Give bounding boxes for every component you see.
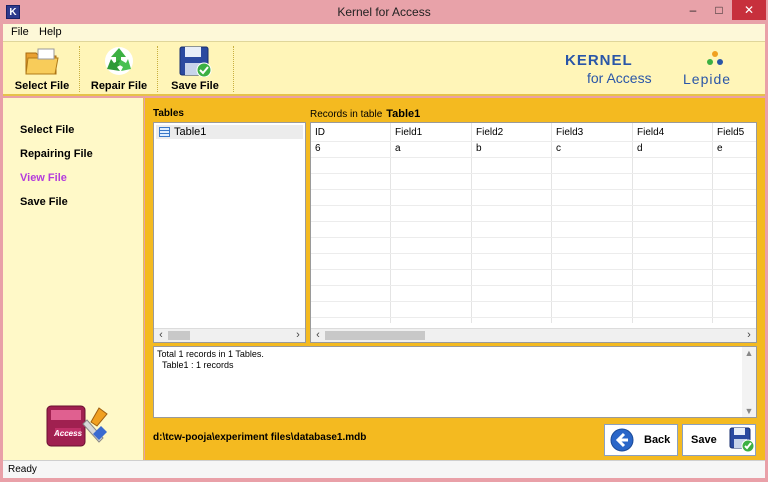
tables-list[interactable]: Table1 ‹ › bbox=[153, 122, 306, 343]
scroll-left-icon[interactable]: ‹ bbox=[311, 329, 325, 342]
grid-rule bbox=[311, 221, 756, 222]
grid-rule bbox=[311, 301, 756, 302]
records-table-name: Table1 bbox=[386, 108, 421, 120]
log-line: Table1 : 1 records bbox=[162, 360, 234, 370]
tables-header: Tables bbox=[153, 108, 184, 119]
select-file-label: Select File bbox=[14, 80, 70, 92]
grid-column bbox=[633, 123, 713, 323]
toolbar: Select File Repair File Save File KERNEL… bbox=[3, 42, 765, 96]
grid-column bbox=[552, 123, 633, 323]
grid-rule bbox=[311, 157, 756, 158]
table-cell[interactable]: d bbox=[633, 141, 643, 157]
records-header: Records in table Table1 bbox=[310, 108, 420, 120]
table-icon bbox=[159, 127, 170, 137]
log-vertical-scrollbar[interactable]: ▲ ▼ bbox=[742, 347, 756, 417]
floppy-disk-icon bbox=[729, 427, 755, 453]
table-cell[interactable]: a bbox=[391, 141, 401, 157]
grid-rule bbox=[311, 141, 756, 142]
grid-column bbox=[311, 123, 391, 323]
scrollbar-thumb[interactable] bbox=[168, 331, 190, 340]
file-path: d:\tcw-pooja\experiment files\database1.… bbox=[153, 432, 367, 443]
log-panel[interactable]: Total 1 records in 1 Tables. Table1 : 1 … bbox=[153, 346, 757, 418]
records-grid[interactable]: ID Field1 Field2 Field3 Field4 Field5 6 … bbox=[310, 122, 757, 343]
access-box-icon bbox=[46, 405, 108, 447]
maximize-button[interactable]: □ bbox=[706, 0, 732, 20]
toolbar-divider bbox=[79, 46, 80, 92]
scroll-down-icon[interactable]: ▼ bbox=[742, 405, 756, 417]
grid-column bbox=[472, 123, 552, 323]
sidebar-item-view-file[interactable]: View File bbox=[20, 172, 67, 184]
brand-kernel: KERNEL bbox=[565, 52, 633, 69]
sidebar-item-save-file[interactable]: Save File bbox=[20, 196, 68, 208]
table-cell[interactable]: c bbox=[552, 141, 561, 157]
column-header-id[interactable]: ID bbox=[311, 125, 325, 141]
scroll-right-icon[interactable]: › bbox=[742, 329, 756, 342]
menu-file[interactable]: File bbox=[11, 26, 29, 38]
table-list-item[interactable]: Table1 bbox=[156, 125, 303, 139]
scrollbar-thumb[interactable] bbox=[325, 331, 425, 340]
toolbar-divider bbox=[233, 46, 234, 92]
sidebar: Select File Repairing File View File Sav… bbox=[3, 98, 144, 460]
column-header-field5[interactable]: Field5 bbox=[713, 125, 744, 141]
menu-help[interactable]: Help bbox=[39, 26, 62, 38]
log-line: Total 1 records in 1 Tables. bbox=[157, 349, 264, 359]
access-logo-text: Access bbox=[54, 429, 83, 438]
tables-horizontal-scrollbar[interactable]: ‹ › bbox=[154, 328, 305, 342]
save-button-label: Save bbox=[691, 434, 717, 446]
status-bar: Ready bbox=[3, 460, 765, 478]
grid-rule bbox=[311, 285, 756, 286]
status-text: Ready bbox=[8, 464, 37, 475]
lepide-mark-icon bbox=[707, 51, 723, 65]
kernel-logo: KERNEL for Access bbox=[565, 52, 652, 86]
sidebar-item-repairing-file[interactable]: Repairing File bbox=[20, 148, 93, 160]
folder-icon bbox=[25, 48, 59, 75]
close-button[interactable]: ✕ bbox=[732, 0, 766, 20]
lepide-logo: Lepide bbox=[683, 50, 753, 90]
floppy-disk-icon bbox=[179, 46, 212, 77]
back-button-label: Back bbox=[644, 434, 671, 446]
column-header-field4[interactable]: Field4 bbox=[633, 125, 664, 141]
grid-rule bbox=[311, 173, 756, 174]
grid-rule bbox=[311, 189, 756, 190]
records-horizontal-scrollbar[interactable]: ‹ › bbox=[311, 328, 756, 342]
grid-rule bbox=[311, 269, 756, 270]
grid-rule bbox=[311, 205, 756, 206]
grid-column bbox=[391, 123, 472, 323]
sidebar-item-select-file[interactable]: Select File bbox=[20, 124, 74, 136]
grid-rule bbox=[311, 237, 756, 238]
scroll-up-icon[interactable]: ▲ bbox=[742, 347, 756, 359]
toolbar-divider bbox=[157, 46, 158, 92]
minimize-button[interactable]: – bbox=[680, 0, 706, 20]
table-cell[interactable]: e bbox=[713, 141, 723, 157]
save-button[interactable]: Save bbox=[682, 424, 756, 456]
back-button[interactable]: Back bbox=[604, 424, 678, 456]
column-header-field3[interactable]: Field3 bbox=[552, 125, 583, 141]
scroll-left-icon[interactable]: ‹ bbox=[154, 329, 168, 343]
menu-bar: File Help bbox=[3, 24, 765, 42]
grid-rule bbox=[311, 317, 756, 318]
main-panel: Tables Records in table Table1 Table1 ‹ › bbox=[145, 98, 765, 460]
access-logo: Access bbox=[41, 398, 117, 452]
table-cell[interactable]: 6 bbox=[311, 141, 321, 157]
records-header-prefix: Records in table bbox=[310, 109, 383, 120]
repair-file-label: Repair File bbox=[90, 80, 148, 92]
window-title: Kernel for Access bbox=[337, 5, 431, 19]
column-header-field2[interactable]: Field2 bbox=[472, 125, 503, 141]
table-list-item-label: Table1 bbox=[174, 126, 207, 138]
repair-file-button[interactable]: Repair File bbox=[89, 44, 149, 94]
brand-lepide: Lepide bbox=[683, 71, 732, 87]
scroll-right-icon[interactable]: › bbox=[291, 329, 305, 343]
save-file-label: Save File bbox=[171, 80, 219, 92]
column-header-field1[interactable]: Field1 bbox=[391, 125, 422, 141]
back-arrow-icon bbox=[610, 428, 634, 452]
table-cell[interactable]: b bbox=[472, 141, 482, 157]
select-file-button[interactable]: Select File bbox=[13, 44, 71, 94]
recycle-icon bbox=[105, 47, 133, 75]
title-bar: K Kernel for Access – □ ✕ bbox=[0, 0, 768, 24]
grid-rule bbox=[311, 253, 756, 254]
brand-for-access: for Access bbox=[587, 70, 652, 86]
save-file-button[interactable]: Save File bbox=[165, 44, 225, 94]
